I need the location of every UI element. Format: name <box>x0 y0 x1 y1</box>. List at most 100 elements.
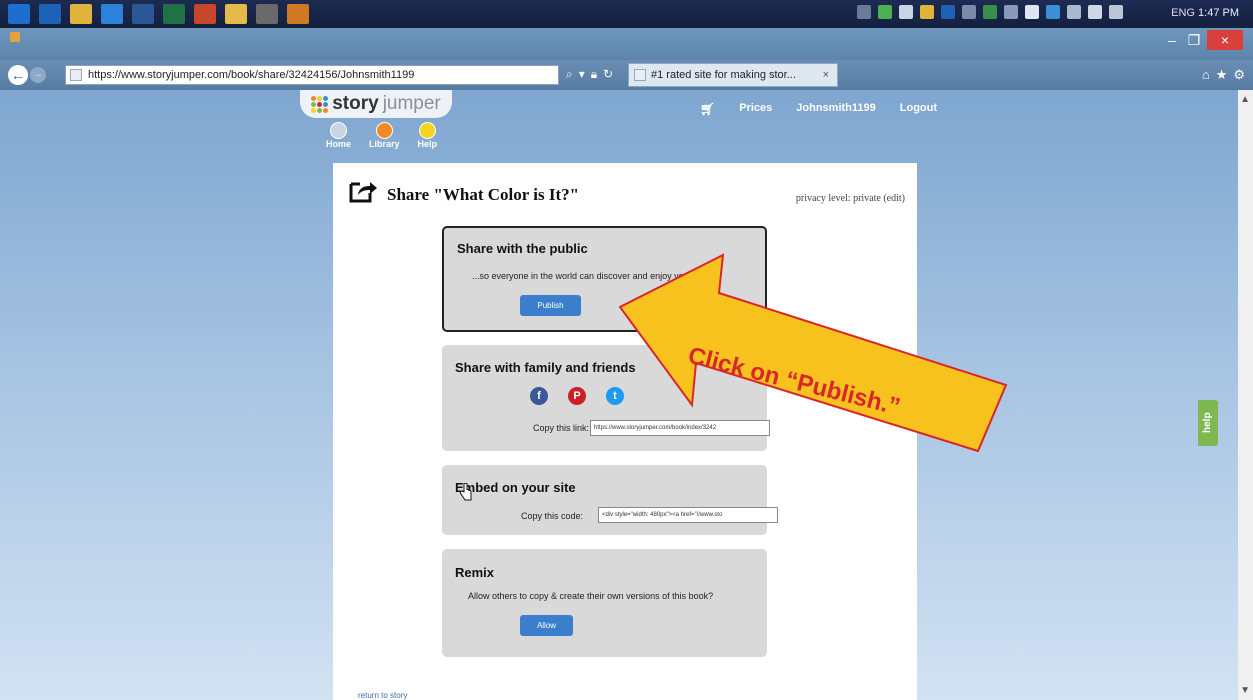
dropdown-icon[interactable]: ▾ <box>579 67 585 82</box>
input-language[interactable]: ENG <box>1171 7 1195 19</box>
checkmark-icon[interactable] <box>878 5 892 19</box>
facebook-icon[interactable]: f <box>530 387 548 405</box>
site-favicon <box>70 69 82 81</box>
home-icon[interactable]: ⌂ <box>1202 67 1210 83</box>
site-nav: Home Library Help <box>326 122 437 149</box>
powerpoint-icon[interactable] <box>194 4 216 24</box>
word-icon[interactable] <box>132 4 154 24</box>
close-button[interactable]: × <box>1207 30 1243 50</box>
app-tray-icon[interactable] <box>1004 5 1018 19</box>
embed-code-field[interactable]: <div style="width: 480px"><a href="//www… <box>598 507 778 523</box>
app-icon <box>10 32 20 42</box>
media-player-icon[interactable] <box>287 4 309 24</box>
network-tray-icon[interactable] <box>983 5 997 19</box>
embed-heading: Embed on your site <box>455 480 576 495</box>
back-arrow-icon: ← <box>11 67 25 83</box>
settings-gear-icon[interactable]: ⚙ <box>1233 67 1245 83</box>
system-tray <box>857 5 1123 23</box>
copy-link-label: Copy this link: <box>533 423 590 433</box>
nav-library[interactable]: Library <box>369 122 400 149</box>
wifi-signal-icon[interactable] <box>1109 5 1123 19</box>
callout-arrow <box>618 253 1008 453</box>
url-text: https://www.storyjumper.com/book/share/3… <box>88 69 415 81</box>
nav-help[interactable]: Help <box>417 122 438 149</box>
forward-button[interactable]: → <box>30 67 46 83</box>
refresh-icon[interactable]: ↻ <box>603 67 613 82</box>
taskbar-clock[interactable]: 1:47 PM <box>1198 7 1239 19</box>
outlook-tray-icon[interactable] <box>941 5 955 19</box>
tray-icon[interactable] <box>857 5 871 19</box>
chrome-tray-icon[interactable] <box>920 5 934 19</box>
share-family-heading: Share with family and friends <box>455 360 636 375</box>
search-icon[interactable]: ⌕ <box>566 67 573 82</box>
power-icon[interactable] <box>1067 5 1081 19</box>
pinterest-icon[interactable]: P <box>568 387 586 405</box>
logo-dots-icon <box>311 95 329 113</box>
windows-taskbar: ENG 1:47 PM <box>0 0 1253 28</box>
browser-toolbar-right: ⌂ ★ ⚙ <box>1202 67 1245 83</box>
scroll-down-icon[interactable]: ▼ <box>1240 685 1250 696</box>
title-bar: – ❐ × <box>0 28 1253 60</box>
nav-help-circle-icon <box>418 122 436 139</box>
nav-home[interactable]: Home <box>326 122 351 149</box>
scroll-up-icon[interactable]: ▲ <box>1240 94 1250 105</box>
embed-card: Embed on your site Copy this code: <div … <box>442 465 778 535</box>
forward-arrow-icon: → <box>33 69 43 80</box>
sync-icon[interactable] <box>1046 5 1060 19</box>
help-side-tab[interactable]: help <box>1198 400 1218 446</box>
hand-cursor-icon <box>459 483 472 501</box>
address-tools: ⌕ ▾ 🔒︎ ↻ <box>566 67 613 82</box>
browser-tab[interactable]: #1 rated site for making stor... × <box>628 63 838 87</box>
allow-button[interactable]: Allow <box>520 615 573 636</box>
volume-icon[interactable] <box>899 5 913 19</box>
social-share-buttons: f P t <box>530 387 624 405</box>
prices-link[interactable]: Prices <box>739 102 772 116</box>
calculator-icon[interactable] <box>256 4 278 24</box>
share-public-heading: Share with the public <box>457 241 588 256</box>
logout-link[interactable]: Logout <box>900 102 937 116</box>
windows-start-icon[interactable] <box>8 4 30 24</box>
logo-text-jumper: jumper <box>382 93 441 114</box>
address-bar[interactable]: https://www.storyjumper.com/book/share/3… <box>65 65 559 85</box>
tab-favicon <box>634 69 646 81</box>
shopping-cart-icon[interactable]: 🛒︎ <box>700 102 715 116</box>
tab-title: #1 rated site for making stor... <box>651 69 796 81</box>
page-scrollbar[interactable]: ▲ ▼ <box>1238 90 1253 700</box>
remix-card: Remix Allow others to copy & create thei… <box>442 549 767 657</box>
top-links: 🛒︎ Prices Johnsmith1199 Logout <box>700 102 937 116</box>
nav-home-circle-icon <box>330 122 347 139</box>
file-explorer-icon[interactable] <box>225 4 247 24</box>
storyjumper-logo[interactable]: story jumper <box>300 90 452 118</box>
nav-library-circle-icon <box>375 122 393 139</box>
privacy-level-link[interactable]: privacy level: private (edit) <box>796 193 905 204</box>
taskbar-pinned-apps <box>8 4 309 24</box>
tab-close-icon[interactable]: × <box>823 64 829 86</box>
excel-icon[interactable] <box>163 4 185 24</box>
remix-heading: Remix <box>455 565 495 580</box>
maximize-button[interactable]: ❐ <box>1185 30 1203 50</box>
back-button[interactable]: ← <box>8 65 28 85</box>
nav-label: Library <box>369 139 400 149</box>
bluetooth-icon[interactable] <box>1025 5 1039 19</box>
share-icon <box>349 182 377 203</box>
internet-explorer-icon[interactable] <box>101 4 123 24</box>
navigation-bar: ← → https://www.storyjumper.com/book/sha… <box>0 60 1253 90</box>
minimize-button[interactable]: – <box>1163 30 1181 50</box>
remix-text: Allow others to copy & create their own … <box>468 591 714 601</box>
nav-label: Home <box>326 139 352 149</box>
chrome-icon[interactable] <box>70 4 92 24</box>
close-icon: × <box>1220 32 1230 48</box>
flag-icon[interactable] <box>1088 5 1102 19</box>
username-link[interactable]: Johnsmith1199 <box>796 102 875 116</box>
browser-chrome: – ❐ × ← → https://www.storyjumper.com/bo… <box>0 28 1253 90</box>
nav-label: Help <box>417 139 438 149</box>
return-to-story-link[interactable]: return to story <box>358 691 407 700</box>
lock-icon[interactable]: 🔒︎ <box>591 67 597 82</box>
outlook-icon[interactable] <box>39 4 61 24</box>
publish-button[interactable]: Publish <box>520 295 581 316</box>
mail-tray-icon[interactable] <box>962 5 976 19</box>
favorites-star-icon[interactable]: ★ <box>1216 67 1228 83</box>
logo-text-story: story <box>332 93 379 114</box>
copy-code-label: Copy this code: <box>521 511 584 521</box>
page-title: Share "What Color is It?" <box>387 185 580 204</box>
